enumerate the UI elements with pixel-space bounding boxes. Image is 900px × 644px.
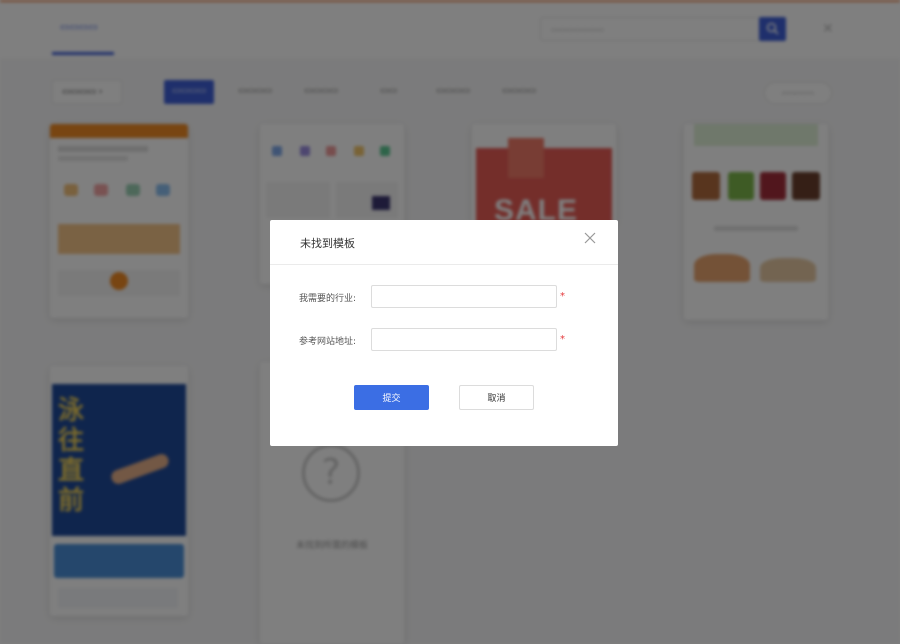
dialog-divider xyxy=(270,264,618,265)
cancel-button[interactable]: 取消 xyxy=(459,385,534,410)
required-mark: * xyxy=(560,291,565,302)
reference-url-field-label: 参考网站地址: xyxy=(299,337,357,347)
submit-button[interactable]: 提交 xyxy=(354,385,429,410)
reference-url-field[interactable] xyxy=(371,328,557,351)
industry-field[interactable] xyxy=(371,285,557,308)
template-not-found-dialog: 未找到模板 我需要的行业: * 参考网站地址: * 提交 取消 xyxy=(270,220,618,446)
required-mark: * xyxy=(560,334,565,345)
close-icon[interactable] xyxy=(582,230,598,246)
dialog-title: 未找到模板 xyxy=(300,237,355,250)
industry-field-label: 我需要的行业: xyxy=(299,294,357,304)
